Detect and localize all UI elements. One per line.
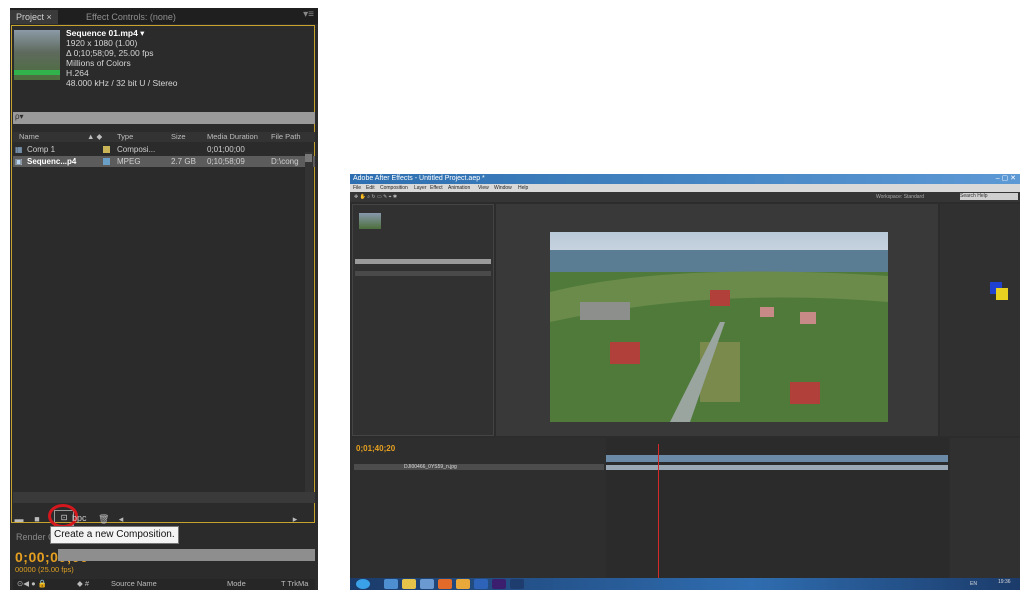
frame-fps-readout: 00000 (25.00 fps) xyxy=(15,565,74,574)
menu-effect[interactable]: Effect xyxy=(430,184,443,192)
menu-view[interactable]: View xyxy=(478,184,489,192)
word-icon[interactable] xyxy=(474,579,488,589)
item-type: Composi... xyxy=(117,145,156,154)
composition-icon: ▦ xyxy=(15,145,23,154)
menu-help[interactable]: Help xyxy=(518,184,528,192)
footage-audio: 48.000 kHz / 32 bit U / Stereo xyxy=(66,78,178,88)
footage-resolution: 1920 x 1080 (1.00) xyxy=(66,38,138,48)
after-effects-icon[interactable] xyxy=(492,579,506,589)
playhead[interactable] xyxy=(658,444,659,578)
timeline-panel: 0;01;40;20 DJI00466_0YS59_n.jpg xyxy=(352,438,948,578)
tool-icons[interactable]: ✥ ✋ ⌕ ↻ ▭ ✎ ⌖ ✱ xyxy=(354,194,397,200)
column-trkmat[interactable]: T TrkMa xyxy=(281,579,308,589)
paragraph-panel xyxy=(950,438,1020,578)
project-panel: Project × Effect Controls: (none) ▾≡ Seq… xyxy=(10,8,318,590)
item-name: Sequenc...p4 xyxy=(27,157,77,166)
column-type[interactable]: Type xyxy=(117,132,133,142)
windows-taskbar: EN 19:36 xyxy=(350,578,1020,590)
explorer-icon[interactable] xyxy=(402,579,416,589)
tab-project[interactable]: Project × xyxy=(10,10,58,24)
search-help-placeholder: Search Help xyxy=(960,193,988,199)
start-button-icon[interactable] xyxy=(356,579,370,589)
search-icon: ρ▾ xyxy=(15,112,24,121)
column-file-path[interactable]: File Path xyxy=(271,132,301,142)
timeline-search-input[interactable] xyxy=(58,549,315,561)
panel-tab-bar: Project × Effect Controls: (none) ▾≡ xyxy=(10,8,318,24)
menu-edit[interactable]: Edit xyxy=(366,184,375,192)
column-source-name[interactable]: Source Name xyxy=(111,579,157,589)
info-preview-panels xyxy=(940,204,1020,436)
sort-icon[interactable]: ▲ ◆ xyxy=(87,132,102,142)
menu-file[interactable]: File xyxy=(353,184,361,192)
photoshop-icon[interactable] xyxy=(510,579,524,589)
item-size: 2.7 GB xyxy=(171,157,196,166)
menu-animation[interactable]: Animation xyxy=(448,184,470,192)
menu-window[interactable]: Window xyxy=(494,184,512,192)
media-icon[interactable] xyxy=(420,579,434,589)
project-scrollbar[interactable] xyxy=(305,152,313,497)
window-controls-icon[interactable]: ‒ ▢ ✕ xyxy=(996,174,1016,184)
menu-composition[interactable]: Composition xyxy=(380,184,408,192)
footage-duration: Δ 0;10;58;09, 25.00 fps xyxy=(66,48,154,58)
item-duration: 0;10;58;09 xyxy=(207,157,245,166)
search-help-input[interactable]: Search Help xyxy=(960,193,1018,200)
footage-name[interactable]: Sequence 01.mp4 ▾ xyxy=(66,28,144,38)
window-title-bar: Adobe After Effects - Untitled Project.a… xyxy=(350,174,1020,184)
ie-icon[interactable] xyxy=(384,579,398,589)
firefox-icon[interactable] xyxy=(438,579,452,589)
horizontal-scrollbar[interactable] xyxy=(13,492,315,503)
column-mode[interactable]: Mode xyxy=(227,579,246,589)
ae-timecode[interactable]: 0;01;40;20 xyxy=(356,444,395,453)
chrome-icon[interactable] xyxy=(456,579,470,589)
bpc-toggle[interactable]: bpc xyxy=(72,513,87,523)
column-media-duration[interactable]: Media Duration xyxy=(207,132,258,142)
layer-name: DJI00466_0YS59_n.jpg xyxy=(404,464,457,470)
item-duration: 0;01;00;00 xyxy=(207,145,245,154)
window-title: Adobe After Effects - Untitled Project.a… xyxy=(353,175,485,182)
ae-footage-thumbnail xyxy=(359,213,381,229)
interpret-footage-icon[interactable]: ▬ xyxy=(14,514,24,524)
timeline-layer-list: 0;01;40;20 DJI00466_0YS59_n.jpg xyxy=(352,438,606,578)
footage-icon: ▣ xyxy=(15,157,23,166)
project-search-input[interactable] xyxy=(13,112,315,124)
scroll-right-icon[interactable]: ▸ xyxy=(290,514,300,524)
scroll-left-icon[interactable]: ◂ xyxy=(116,514,126,524)
tab-effect-controls[interactable]: Effect Controls: (none) xyxy=(80,10,182,24)
tray-clock[interactable]: 19:36 xyxy=(998,579,1011,585)
visibility-icons[interactable]: ⊙◀ ● 🔒 xyxy=(17,579,47,589)
timeline-layer-row[interactable]: DJI00466_0YS59_n.jpg xyxy=(354,464,604,470)
trash-icon[interactable]: 🗑 xyxy=(98,514,109,524)
tooltip-new-composition: Create a new Composition. xyxy=(50,526,179,544)
item-path: D:\cong xyxy=(271,157,299,166)
workspace-label[interactable]: Workspace: Standard xyxy=(876,194,924,200)
label-icon[interactable]: ◆ # xyxy=(77,579,89,589)
column-name[interactable]: Name xyxy=(19,132,39,142)
composition-viewer-image[interactable] xyxy=(550,232,888,422)
label-color-swatch[interactable] xyxy=(103,158,110,165)
ae-project-panel xyxy=(352,204,494,436)
scrollbar-thumb[interactable] xyxy=(305,154,312,162)
timeline-column-header: ⊙◀ ● 🔒 ◆ # Source Name Mode T TrkMa xyxy=(13,579,315,590)
project-item-comp[interactable]: ▦ Comp 1 Composi... 0;01;00;00 xyxy=(13,144,315,155)
label-color-swatch[interactable] xyxy=(103,146,110,153)
item-type: MPEG xyxy=(117,157,141,166)
item-name: Comp 1 xyxy=(27,145,56,154)
new-folder-icon[interactable]: ■ xyxy=(32,514,42,524)
menu-layer[interactable]: Layer xyxy=(414,184,427,192)
project-column-header: Name ▲ ◆ Type Size Media Duration File P… xyxy=(13,132,315,142)
after-effects-window: Adobe After Effects - Untitled Project.a… xyxy=(350,174,1020,590)
panel-menu-icon[interactable]: ▾≡ xyxy=(303,9,314,20)
toolbar: ✥ ✋ ⌕ ↻ ▭ ✎ ⌖ ✱ Workspace: Standard xyxy=(350,192,1020,202)
menu-bar: File Edit Composition Layer Effect Anima… xyxy=(350,184,1020,192)
ae-search-input[interactable] xyxy=(355,259,491,264)
stroke-color-swatch[interactable] xyxy=(996,288,1008,300)
footage-codec: H.264 xyxy=(66,68,89,78)
tray-language[interactable]: EN xyxy=(970,581,977,587)
ae-project-row[interactable] xyxy=(355,271,491,276)
column-size[interactable]: Size xyxy=(171,132,186,142)
project-item-footage[interactable]: ▣ Sequenc...p4 MPEG 2.7 GB 0;10;58;09 D:… xyxy=(13,156,315,167)
project-panel-frame xyxy=(11,25,315,523)
footage-colors: Millions of Colors xyxy=(66,58,131,68)
thumbnail-progress-bar xyxy=(14,70,60,75)
